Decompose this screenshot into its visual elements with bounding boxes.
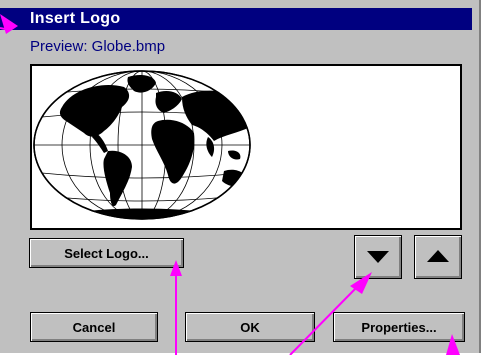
callout-line-arrows bbox=[289, 285, 359, 355]
callout-arrows-overlay bbox=[0, 14, 460, 355]
callout-arrow-properties bbox=[446, 334, 460, 355]
callout-arrow-title bbox=[0, 14, 18, 34]
callout-arrow-select-logo bbox=[170, 260, 182, 276]
